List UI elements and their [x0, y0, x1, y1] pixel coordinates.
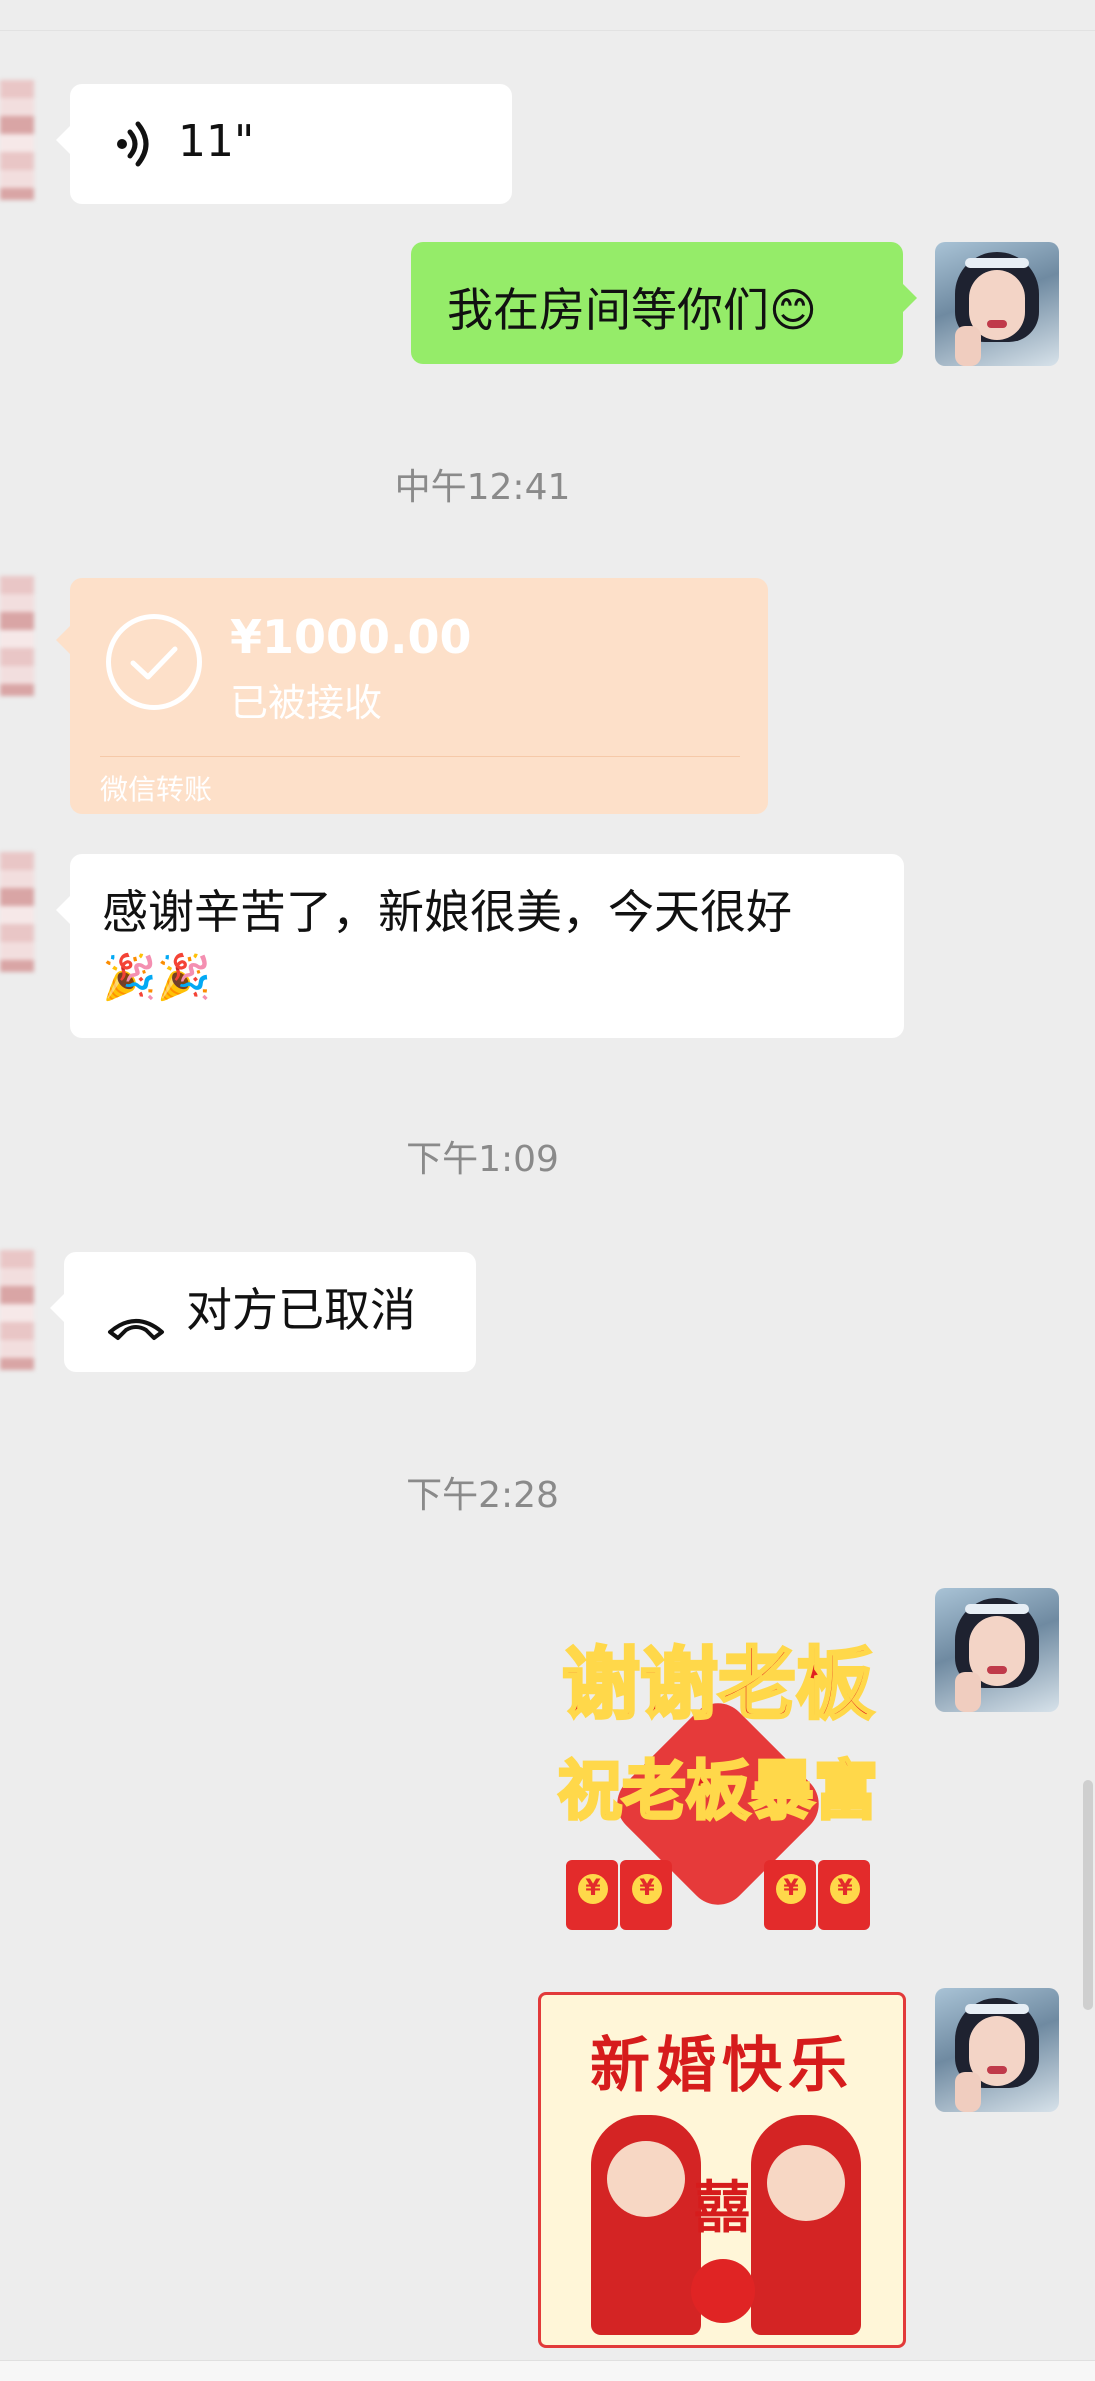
party-popper-emoji: 🎉🎉 [102, 952, 212, 1003]
transfer-footer: 微信转账 [100, 773, 213, 806]
received-message-bubble[interactable]: 感谢辛苦了，新娘很美，今天很好 🎉🎉 [56, 854, 904, 1038]
transfer-status: 已被接收 [230, 681, 383, 725]
coin-icon: ¥ [830, 1874, 860, 1904]
voice-wave-icon [114, 120, 154, 168]
timestamp: 中午12:41 [394, 467, 571, 508]
groom-face [607, 2141, 685, 2217]
coin-icon: ¥ [578, 1874, 608, 1904]
timestamp: 下午1:09 [406, 1139, 559, 1180]
sticker-title: 新婚快乐 [590, 2031, 854, 2101]
check-circle-icon [106, 614, 202, 710]
thanks-boss-sticker[interactable]: 谢谢老板 祝老板暴富 ¥ ¥ ¥ ¥ [530, 1604, 906, 1944]
contact-avatar[interactable] [0, 80, 34, 200]
contact-avatar[interactable] [0, 576, 34, 696]
top-divider [0, 30, 1095, 31]
voice-duration: 11" [178, 116, 255, 167]
call-status-text: 对方已取消 [186, 1283, 416, 1337]
received-message-text: 感谢辛苦了，新娘很美，今天很好 [102, 885, 792, 939]
coin-icon: ¥ [776, 1874, 806, 1904]
wechat-transfer-card[interactable]: ¥1000.00 已被接收 微信转账 [56, 578, 768, 814]
my-avatar[interactable] [935, 1988, 1059, 2112]
transfer-divider [100, 756, 740, 757]
sticker-line1: 谢谢老板 [560, 1639, 875, 1732]
sent-message-text: 我在房间等你们😊 [447, 283, 817, 337]
bride-face [767, 2145, 845, 2221]
sticker-line2: 祝老板暴富 [557, 1754, 880, 1831]
scrollbar[interactable] [1083, 1780, 1093, 2010]
voice-message-bubble[interactable]: 11" [56, 84, 512, 204]
hangup-phone-icon [106, 1296, 166, 1340]
timestamp: 下午2:28 [406, 1475, 559, 1516]
transfer-amount: ¥1000.00 [230, 610, 472, 664]
coin-icon: ¥ [632, 1874, 662, 1904]
red-flower [691, 2259, 755, 2323]
my-avatar[interactable] [935, 1588, 1059, 1712]
call-record-bubble[interactable]: 对方已取消 [50, 1252, 476, 1372]
double-happiness-symbol: 囍 [694, 2176, 750, 2241]
contact-avatar[interactable] [0, 852, 34, 972]
sent-message-bubble[interactable]: 我在房间等你们😊 [411, 242, 917, 364]
contact-avatar[interactable] [0, 1250, 34, 1370]
happy-wedding-sticker[interactable]: 新婚快乐 囍 [538, 1992, 906, 2348]
my-avatar[interactable] [935, 242, 1059, 366]
bottom-bar [0, 2360, 1095, 2381]
